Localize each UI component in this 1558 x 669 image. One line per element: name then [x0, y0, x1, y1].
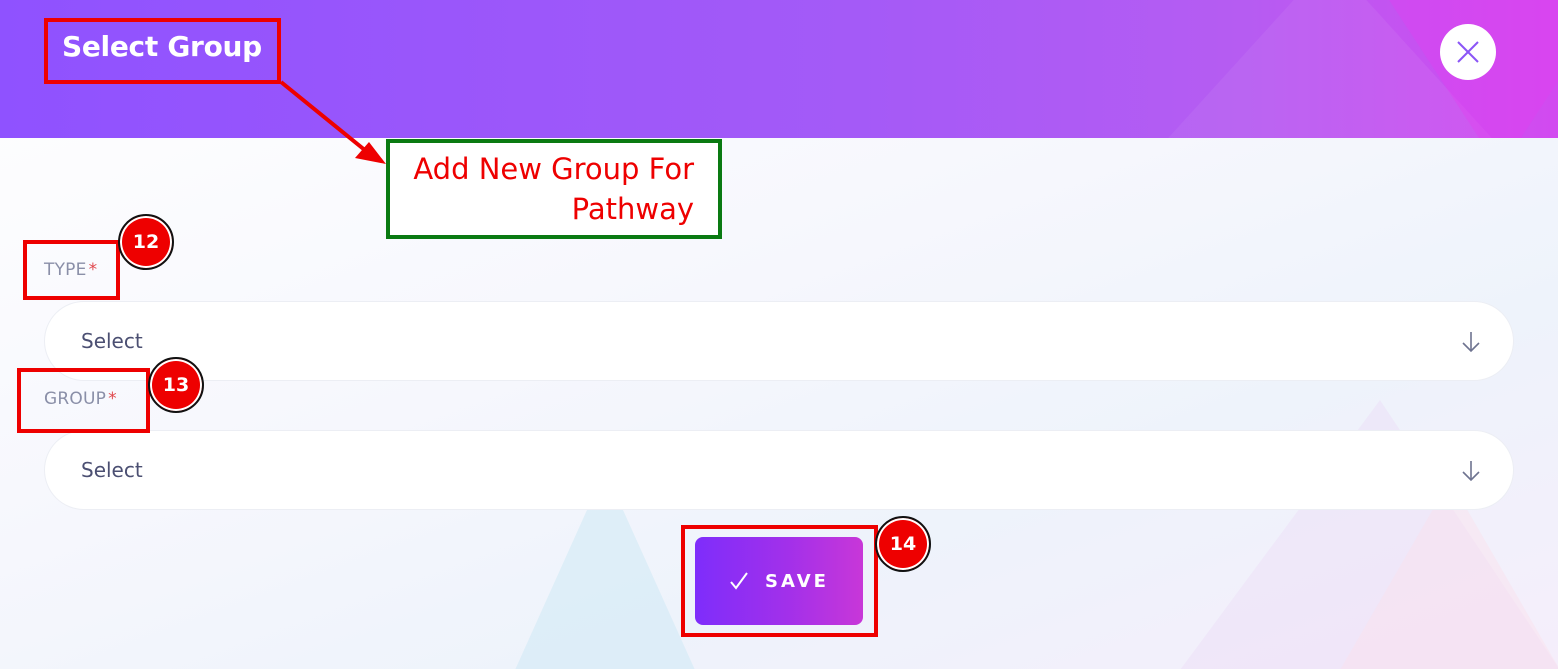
- annotation-badge: 12: [118, 214, 174, 270]
- annotation-note-line: Pathway: [571, 192, 694, 226]
- arrow-down-icon: [1462, 461, 1480, 482]
- annotation-badge: 13: [148, 357, 204, 413]
- annotation-note-line: Add New Group For: [413, 152, 694, 186]
- group-select[interactable]: Select: [44, 430, 1514, 510]
- close-icon: [1457, 41, 1479, 63]
- annotation-box-save: [681, 525, 878, 637]
- type-select-value: Select: [81, 329, 143, 353]
- arrow-down-icon: [1462, 332, 1480, 353]
- annotation-box-group: [17, 368, 150, 433]
- annotation-box-type: [23, 240, 120, 300]
- group-select-value: Select: [81, 458, 143, 482]
- close-button[interactable]: [1440, 24, 1496, 80]
- annotation-note: Add New Group For Pathway: [386, 139, 722, 239]
- annotation-badge: 14: [875, 516, 931, 572]
- annotation-box-title: [44, 18, 281, 84]
- type-select[interactable]: Select: [44, 301, 1514, 381]
